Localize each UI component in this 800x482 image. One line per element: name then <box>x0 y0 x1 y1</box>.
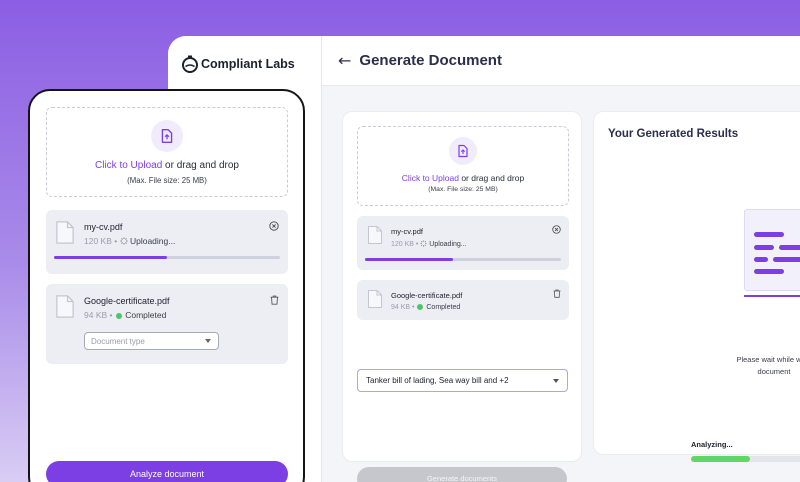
back-arrow-icon[interactable]: ← <box>338 51 351 70</box>
upload-icon <box>449 137 477 165</box>
results-title: Your Generated Results <box>608 128 739 140</box>
document-icon <box>56 221 74 244</box>
upload-dropzone[interactable]: Click to Upload or drag and drop (Max. F… <box>46 107 288 197</box>
file-meta: 120 KB • Uploading... <box>84 236 176 246</box>
document-illustration <box>744 209 800 291</box>
document-type-value: Tanker bill of lading, Sea way bill and … <box>366 376 509 385</box>
illustration-base <box>744 295 800 297</box>
mobile-mockup: Click to Upload or drag and drop (Max. F… <box>28 89 305 482</box>
click-to-upload-link[interactable]: Click to Upload <box>95 160 162 171</box>
analyzing-progress-fill <box>691 456 751 462</box>
results-panel: Your Generated Results Please wait while… <box>593 111 800 462</box>
close-icon[interactable] <box>552 225 561 234</box>
max-size-note: (Max. File size: 25 MB) <box>428 186 498 193</box>
page-title: Generate Document <box>359 52 502 69</box>
upload-icon <box>151 120 183 152</box>
upload-panel: Click to Upload or drag and drop (Max. F… <box>342 111 582 482</box>
status-dot-icon <box>417 304 424 311</box>
topbar: ← Generate Document <box>322 36 800 86</box>
file-size: 120 KB <box>391 241 414 248</box>
chevron-down-icon <box>205 339 211 343</box>
wait-message: Please wait while we c document <box>704 354 800 378</box>
illustration-line <box>754 245 774 250</box>
document-type-placeholder: Document type <box>91 337 145 346</box>
spinner-icon <box>420 240 427 247</box>
document-icon <box>368 226 382 244</box>
drag-drop-text: or drag and drop <box>458 173 525 183</box>
analyzing-progress-bar <box>691 456 800 462</box>
file-name: my-cv.pdf <box>84 222 123 232</box>
logo[interactable]: Compliant Labs <box>180 54 295 74</box>
file-meta: 120 KB • Uploading... <box>391 240 467 248</box>
file-status: Completed <box>426 304 461 311</box>
drag-drop-text: or drag and drop <box>162 160 239 171</box>
document-type-select[interactable]: Tanker bill of lading, Sea way bill and … <box>357 369 568 392</box>
status-dot-icon <box>115 312 122 319</box>
file-status: Uploading... <box>129 236 176 246</box>
document-type-select[interactable]: Document type <box>84 332 219 350</box>
illustration-line <box>754 257 768 262</box>
file-status: Completed <box>125 310 167 320</box>
logo-text: Compliant Labs <box>201 57 295 71</box>
generate-documents-button[interactable]: Generate documents <box>357 467 567 482</box>
trash-icon[interactable] <box>270 295 279 305</box>
file-card: my-cv.pdf 120 KB • Uploading... <box>46 210 288 274</box>
upload-dropzone[interactable]: Click to Upload or drag and drop (Max. F… <box>357 126 569 206</box>
chevron-down-icon <box>553 379 559 383</box>
upload-instructions: Click to Upload or drag and drop <box>358 173 568 183</box>
trash-icon[interactable] <box>553 289 561 298</box>
close-icon[interactable] <box>269 221 279 231</box>
file-name: Google-certificate.pdf <box>84 296 170 306</box>
file-card: Google-certificate.pdf 94 KB • Completed <box>357 280 569 320</box>
file-status: Uploading... <box>429 241 467 248</box>
file-name: my-cv.pdf <box>391 227 423 236</box>
file-card: my-cv.pdf 120 KB • Uploading... <box>357 216 569 270</box>
file-size: 94 KB <box>391 304 411 311</box>
analyze-document-button[interactable]: Analyze document <box>46 461 288 482</box>
file-size: 120 KB <box>84 236 112 246</box>
spinner-icon <box>120 237 128 245</box>
illustration-line <box>773 257 800 262</box>
file-name: Google-certificate.pdf <box>391 291 463 300</box>
upload-progress-bar <box>54 256 280 259</box>
illustration-line <box>754 232 784 237</box>
logo-icon <box>182 55 198 73</box>
upload-progress-fill <box>365 258 454 261</box>
wait-message-line1: Please wait while we c <box>736 355 800 364</box>
file-size: 94 KB <box>84 310 108 320</box>
file-card: Google-certificate.pdf 94 KB • Completed… <box>46 284 288 364</box>
illustration-line <box>754 269 784 274</box>
file-meta: 94 KB • Completed <box>391 304 461 311</box>
upload-progress-fill <box>54 256 167 259</box>
illustration-line <box>779 245 800 250</box>
upload-instructions: Click to Upload or drag and drop <box>47 160 287 171</box>
wait-message-line2: document <box>757 367 791 376</box>
max-size-note: (Max. File size: 25 MB) <box>127 176 207 185</box>
file-meta: 94 KB • Completed <box>84 310 167 320</box>
document-icon <box>368 290 382 308</box>
analyzing-label: Analyzing... <box>691 440 733 449</box>
document-icon <box>56 295 74 318</box>
upload-progress-bar <box>365 258 561 261</box>
click-to-upload-link[interactable]: Click to Upload <box>402 173 459 183</box>
